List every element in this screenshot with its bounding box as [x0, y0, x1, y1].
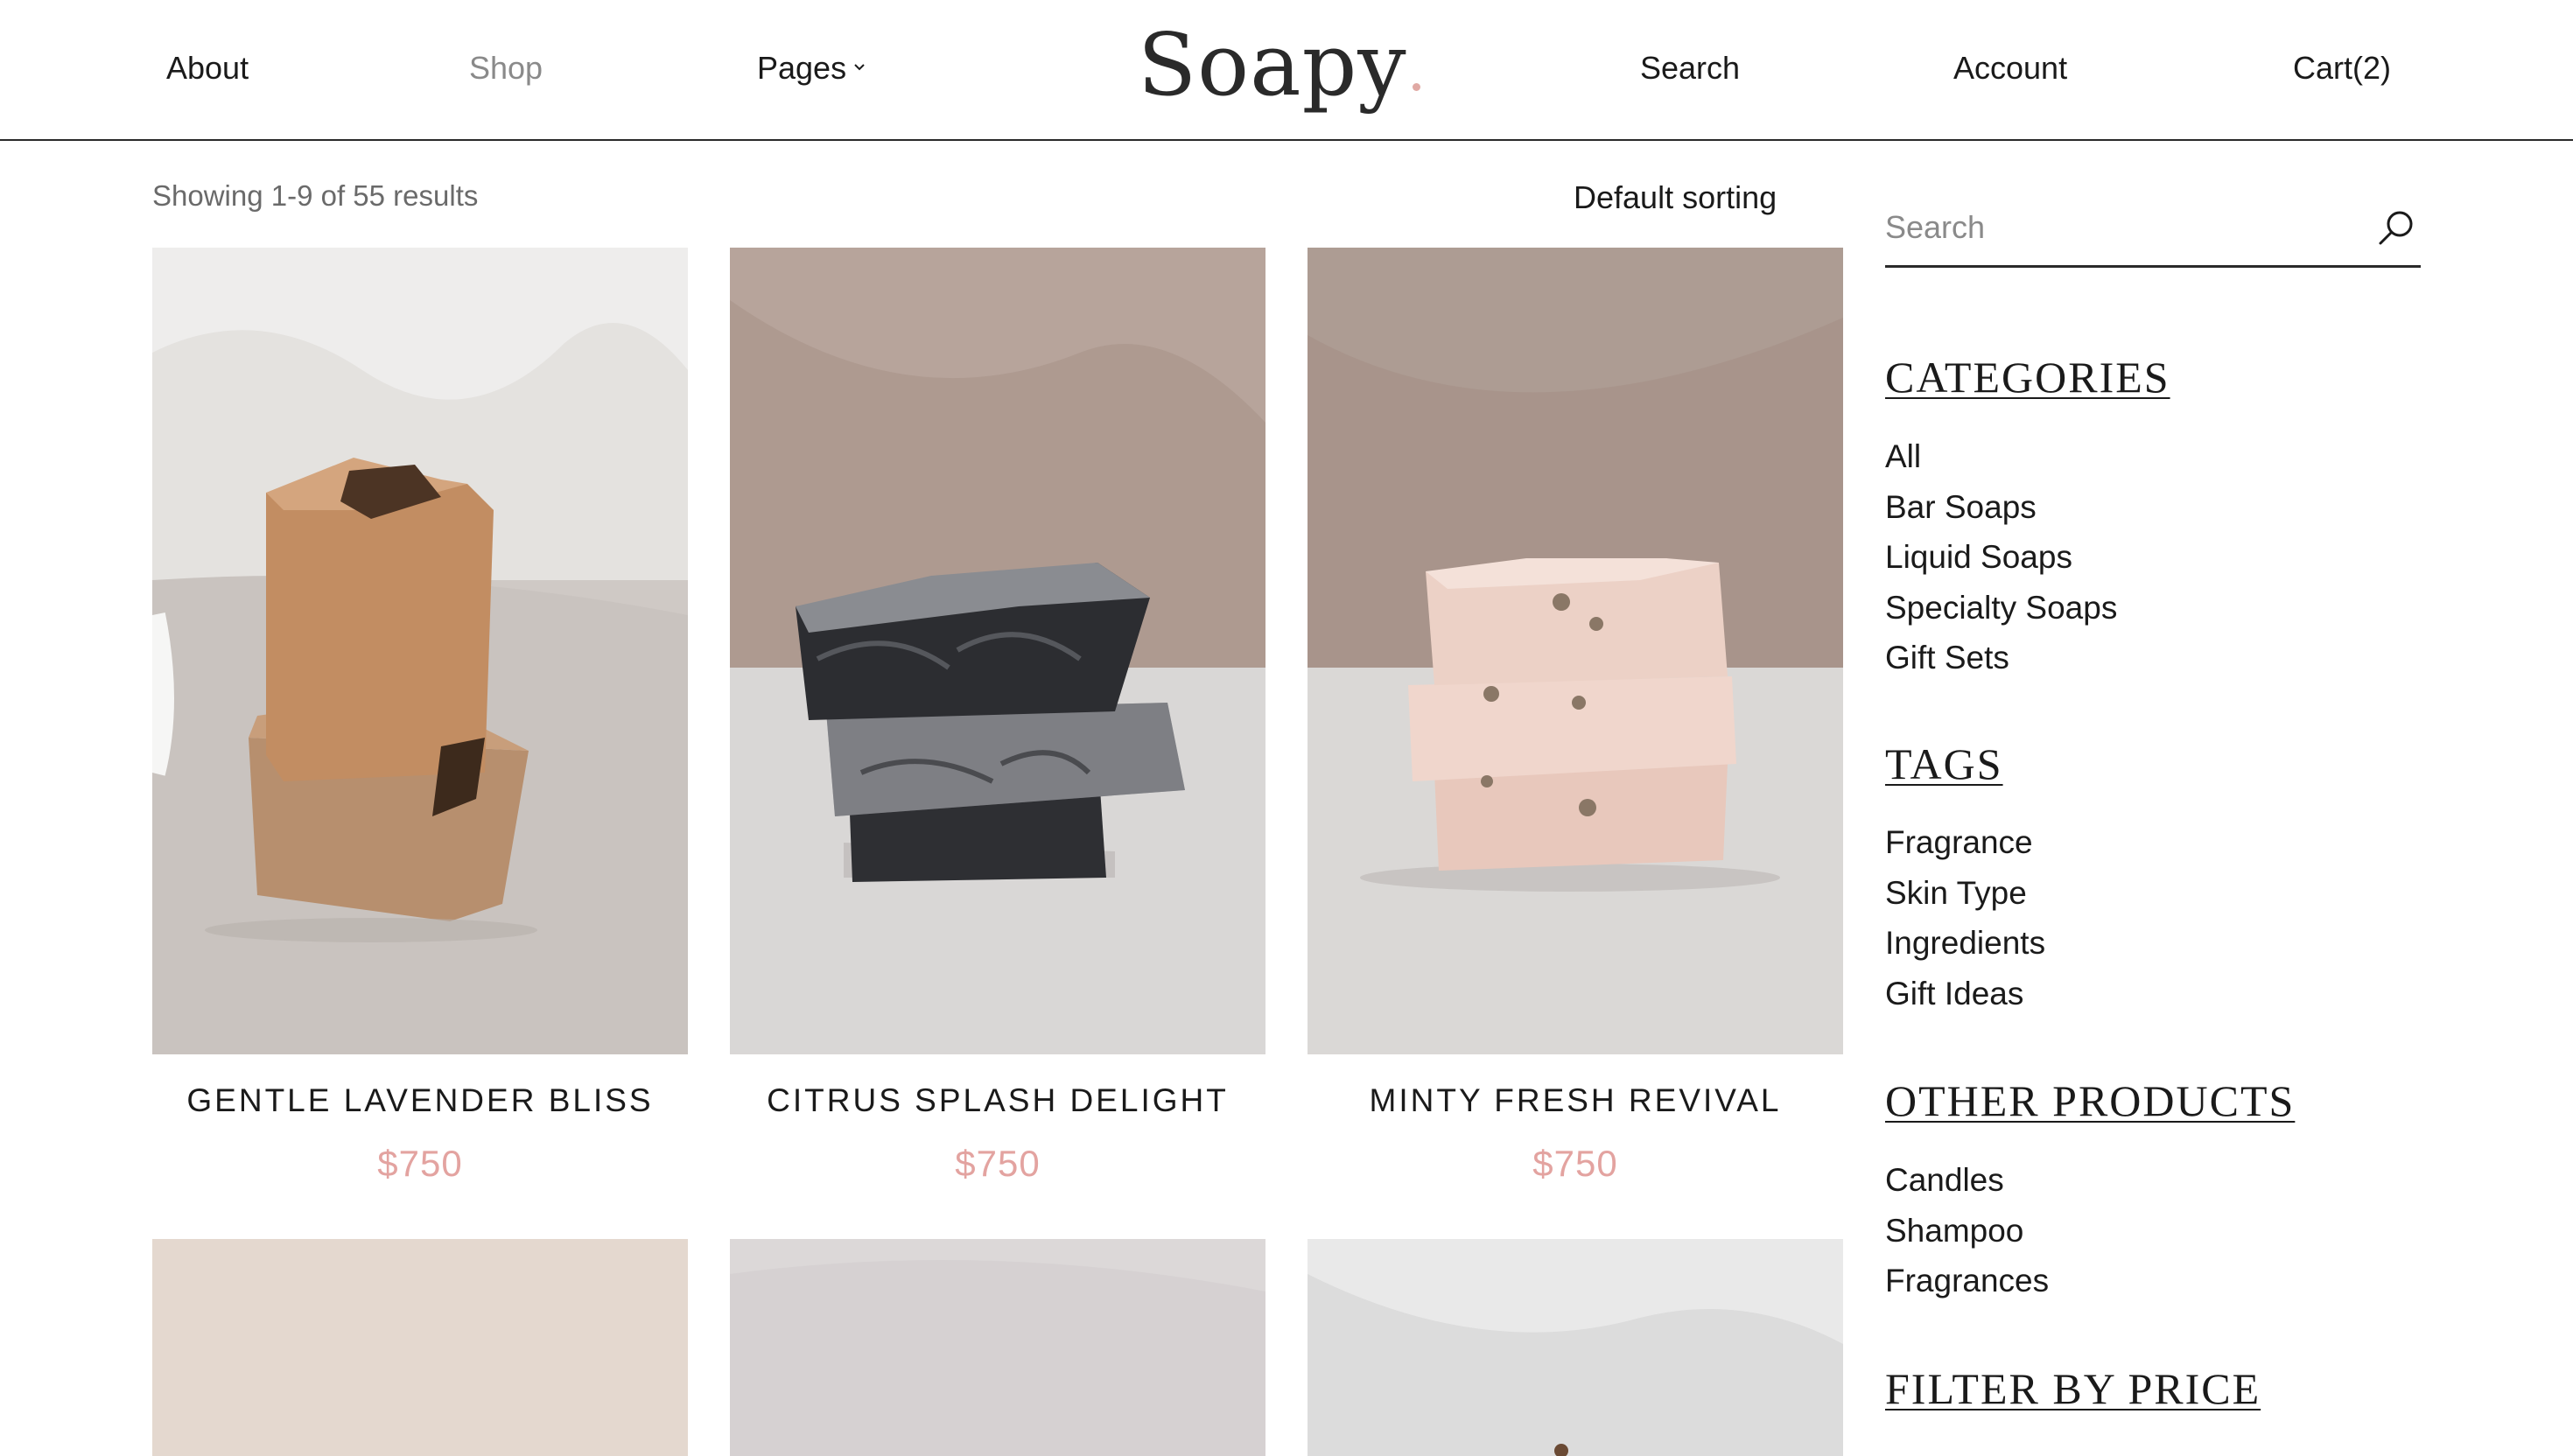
chevron-down-icon [854, 64, 865, 71]
nav-account-link[interactable]: Account [1953, 49, 2067, 88]
nav-pages-label: Pages [757, 50, 847, 86]
other-product-link[interactable]: Candles [1885, 1155, 2049, 1206]
categories-heading: CATEGORIES [1885, 353, 2170, 402]
sorting-select[interactable]: Default sorting [1574, 178, 1777, 217]
search-input[interactable] [1885, 203, 2358, 252]
product-title[interactable]: CITRUS SPLASH DELIGHT [730, 1082, 1265, 1120]
product-image[interactable] [152, 1239, 688, 1456]
category-link[interactable]: Gift Sets [1885, 633, 2117, 683]
tags-heading: TAGS [1885, 739, 2003, 788]
category-link[interactable]: All [1885, 431, 2117, 482]
sidebar-search [1885, 192, 2421, 268]
product-price: $750 [955, 1143, 1041, 1184]
product-card[interactable] [730, 1239, 1265, 1456]
product-image[interactable] [730, 1239, 1265, 1456]
tag-link[interactable]: Skin Type [1885, 868, 2045, 919]
product-image[interactable] [152, 248, 688, 1054]
category-link[interactable]: Bar Soaps [1885, 482, 2117, 533]
tags-list: Fragrance Skin Type Ingredients Gift Ide… [1885, 817, 2045, 1018]
nav-about-link[interactable]: About [166, 49, 249, 88]
product-card[interactable] [152, 1239, 688, 1456]
product-price: $750 [377, 1143, 463, 1184]
product-image[interactable] [1308, 1239, 1843, 1456]
tag-link[interactable]: Fragrance [1885, 817, 2045, 868]
nav-pages-dropdown[interactable]: Pages [757, 49, 866, 88]
other-product-link[interactable]: Fragrances [1885, 1256, 2049, 1306]
nav-search-link[interactable]: Search [1640, 49, 1740, 88]
product-price: $750 [1532, 1143, 1618, 1184]
product-image[interactable] [730, 248, 1265, 1054]
categories-list: All Bar Soaps Liquid Soaps Specialty Soa… [1885, 431, 2117, 683]
category-link[interactable]: Specialty Soaps [1885, 583, 2117, 634]
other-products-heading: OTHER PRODUCTS [1885, 1076, 2296, 1125]
tag-link[interactable]: Ingredients [1885, 918, 2045, 969]
product-title[interactable]: MINTY FRESH REVIVAL [1308, 1082, 1843, 1120]
product-image[interactable] [1308, 248, 1843, 1054]
site-logo[interactable]: Soapy [1138, 9, 1420, 122]
other-products-list: Candles Shampoo Fragrances [1885, 1155, 2049, 1306]
filter-by-price-heading: FILTER BY PRICE [1885, 1364, 2261, 1413]
site-header: About Shop Pages Soapy Search Account Ca… [0, 0, 2573, 141]
logo-text: Soapy [1138, 16, 1407, 116]
category-link[interactable]: Liquid Soaps [1885, 532, 2117, 583]
nav-cart-link[interactable]: Cart(2) [2293, 49, 2391, 88]
logo-dot [1412, 83, 1420, 91]
tag-link[interactable]: Gift Ideas [1885, 969, 2045, 1019]
result-count: Showing 1-9 of 55 results [152, 179, 479, 212]
product-card[interactable] [1308, 1239, 1843, 1456]
search-icon[interactable] [2372, 205, 2421, 254]
product-title[interactable]: GENTLE LAVENDER BLISS [152, 1082, 688, 1120]
nav-shop-link[interactable]: Shop [469, 49, 543, 88]
other-product-link[interactable]: Shampoo [1885, 1206, 2049, 1256]
